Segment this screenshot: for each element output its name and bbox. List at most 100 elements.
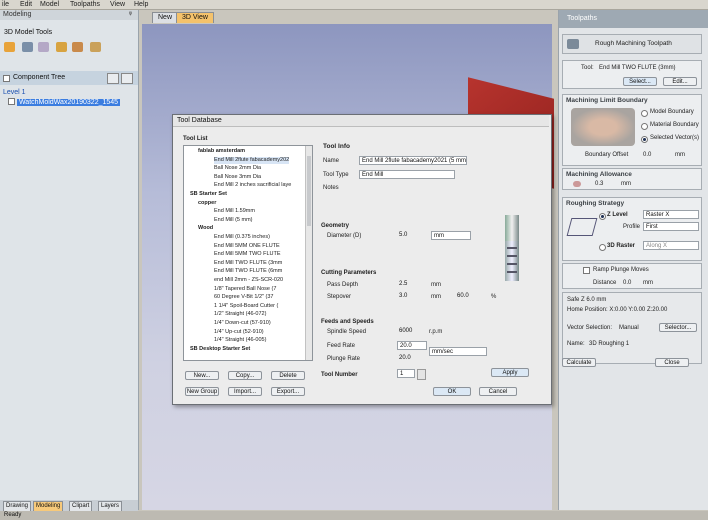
tool-list-item[interactable]: 60 Degree V-Bit 1/2" (37 [214, 294, 273, 301]
tool-info-title: Tool Info [323, 143, 350, 150]
ok-button[interactable]: OK [433, 387, 471, 396]
tab-new[interactable]: New [152, 12, 179, 23]
copy-tool-button[interactable]: Copy... [228, 371, 262, 380]
menu-model[interactable]: Model [40, 0, 59, 9]
new-tool-button[interactable]: New... [185, 371, 219, 380]
tool-list-item[interactable]: 1/4" Straight (46-005) [214, 337, 266, 344]
tool-list-item[interactable]: End Mill (0.375 inches) [214, 234, 270, 241]
tool-list-item[interactable]: 1/8" Tapered Ball Nose (7 [214, 286, 276, 293]
allowance-value[interactable]: 0.3 [595, 180, 603, 188]
spindle-unit: r.p.m [429, 329, 443, 335]
selected-vectors-label: Selected Vector(s) [650, 135, 700, 141]
profile-label: Profile [623, 224, 641, 230]
feed-rate-field[interactable]: 20.0 [397, 341, 427, 350]
menu-help[interactable]: Help [134, 0, 148, 9]
boundary-offset-value[interactable]: 0.0 [643, 151, 651, 159]
calculate-button[interactable]: Calculate [562, 358, 596, 367]
menu-file[interactable]: ile [2, 0, 9, 9]
tool-list-item[interactable]: SB Desktop Starter Set [190, 346, 250, 353]
scroll-thumb[interactable] [307, 156, 311, 226]
tool-list-item[interactable]: End Mill 1.59mm [214, 208, 255, 215]
tool-list-item[interactable]: Wood [198, 225, 213, 232]
menu-view[interactable]: View [110, 0, 125, 9]
tool-list-item[interactable]: end Mill 2mm - ZS-SCR-020 [214, 277, 283, 284]
menu-edit[interactable]: Edit [20, 0, 32, 9]
tool-list-item[interactable]: fablab amsterdam [198, 148, 245, 155]
tool-list-item[interactable]: 1/4" Up-cut (52-910) [214, 329, 264, 336]
diameter-unit-select[interactable]: mm [431, 231, 471, 240]
sculpt-icon[interactable] [38, 42, 49, 52]
tool-list-item[interactable]: End Mill 5MM ONE FLUTE [214, 243, 280, 250]
tool-list-item[interactable]: End Mill 2 inches sacrificial laye [214, 182, 291, 189]
tool-list-item[interactable]: End Mill TWO FLUTE (6mm [214, 268, 282, 275]
tool-list-scrollbar[interactable] [305, 146, 312, 360]
import-button[interactable]: Import... [228, 387, 262, 396]
apply-button[interactable]: Apply [491, 368, 529, 377]
diameter-field[interactable]: 5.0 [397, 231, 429, 240]
tool-list-item[interactable]: 1 1/4" Spoil-Board Cutter ( [214, 303, 278, 310]
raster-select[interactable]: Along X [643, 241, 699, 250]
open-folder-icon[interactable] [4, 42, 15, 52]
tool-list-item[interactable]: SB Starter Set [190, 191, 227, 198]
shape-icon[interactable] [90, 42, 101, 52]
model-boundary-radio[interactable] [641, 110, 648, 117]
pin-icon[interactable]: ᵠ [129, 10, 132, 20]
feed-unit-select[interactable]: mm/sec [429, 347, 487, 356]
new-group-button[interactable]: New Group [185, 387, 219, 396]
stepover-percent-field[interactable]: 60.0 [455, 292, 483, 301]
close-button[interactable]: Close [655, 358, 689, 367]
tool-database-dialog: Tool Database Tool List fablab amsterdam… [172, 114, 552, 405]
edit-button[interactable]: Edit... [663, 77, 697, 86]
name-value[interactable]: 3D Roughing 1 [589, 340, 629, 348]
tool-list-item[interactable]: 1/2" Straight (46-072) [214, 311, 266, 318]
tool-number-stepper[interactable] [417, 369, 426, 380]
tool-list-item[interactable]: End Mill 2flute fabacademy202 [214, 156, 290, 164]
tool-number-field[interactable]: 1 [397, 369, 415, 378]
tool-list[interactable]: fablab amsterdam End Mill 2flute fabacade… [183, 145, 313, 361]
strategy-group: Roughing Strategy Z Level Raster X Profi… [562, 197, 702, 261]
material-boundary-radio[interactable] [641, 123, 648, 130]
mold-icon[interactable] [72, 42, 83, 52]
model-tools-icons [4, 42, 114, 54]
selected-vectors-radio[interactable] [641, 136, 648, 143]
tool-list-item[interactable]: 1/4" Down-cut (57-910) [214, 320, 271, 327]
tool-list-item[interactable]: End Mill TWO FLUTE (3mm [214, 260, 282, 267]
plunge-rate-field[interactable]: 20.0 [397, 354, 427, 363]
texture-icon[interactable] [56, 42, 67, 52]
profile-select[interactable]: First [643, 222, 699, 231]
tree-item-model[interactable]: WatchMoldWax20190322_1545 [8, 97, 121, 107]
tool-list-item[interactable]: End Mill 5MM TWO FLUTE [214, 251, 281, 258]
tree-item-level[interactable]: Level 1 [3, 88, 26, 97]
zlevel-radio[interactable] [599, 213, 606, 220]
distance-value[interactable]: 0.0 [623, 279, 631, 287]
raster-radio[interactable] [599, 244, 606, 251]
tool-list-item[interactable]: Ball Nose 3mm Dia [214, 174, 261, 181]
export-button[interactable]: Export... [271, 387, 305, 396]
delete-tool-button[interactable]: Delete [271, 371, 305, 380]
tool-list-item[interactable]: copper [198, 200, 216, 207]
panel-title: Modeling [3, 11, 32, 18]
tab-3d-view[interactable]: 3D View [176, 12, 214, 23]
tool-name-field[interactable]: End Mill 2flute fabacademy2021 (5 mm) [359, 156, 467, 165]
model-checkbox[interactable] [8, 98, 15, 105]
zlevel-select[interactable]: Raster X [643, 210, 699, 219]
spindle-field[interactable]: 6000 [397, 327, 427, 336]
strategy-title: Roughing Strategy [566, 200, 625, 207]
cancel-button[interactable]: Cancel [479, 387, 517, 396]
allowance-unit: mm [621, 181, 631, 187]
boundary-group: Machining Limit Boundary Model Boundary … [562, 94, 702, 166]
menu-toolpaths[interactable]: Toolpaths [70, 0, 100, 9]
ramp-checkbox[interactable] [583, 267, 590, 274]
component-tree-checkbox[interactable] [3, 75, 10, 82]
tool-list-item[interactable]: Ball Nose 2mm Dia [214, 165, 261, 172]
tool-list-item[interactable]: End Mill (5 mm) [214, 217, 253, 224]
down-arrow-icon[interactable] [121, 73, 133, 84]
tool-type-select[interactable]: End Mill [359, 170, 455, 179]
pass-depth-field[interactable]: 2.5 [397, 280, 429, 289]
stepover-field[interactable]: 3.0 [397, 292, 429, 301]
up-arrow-icon[interactable] [107, 73, 119, 84]
selector-button[interactable]: Selector... [659, 323, 697, 332]
select-button[interactable]: Select... [623, 77, 657, 86]
tool-icon[interactable] [22, 42, 33, 52]
toolpaths-panel: Toolpaths Rough Machining Toolpath Tool:… [558, 10, 708, 510]
